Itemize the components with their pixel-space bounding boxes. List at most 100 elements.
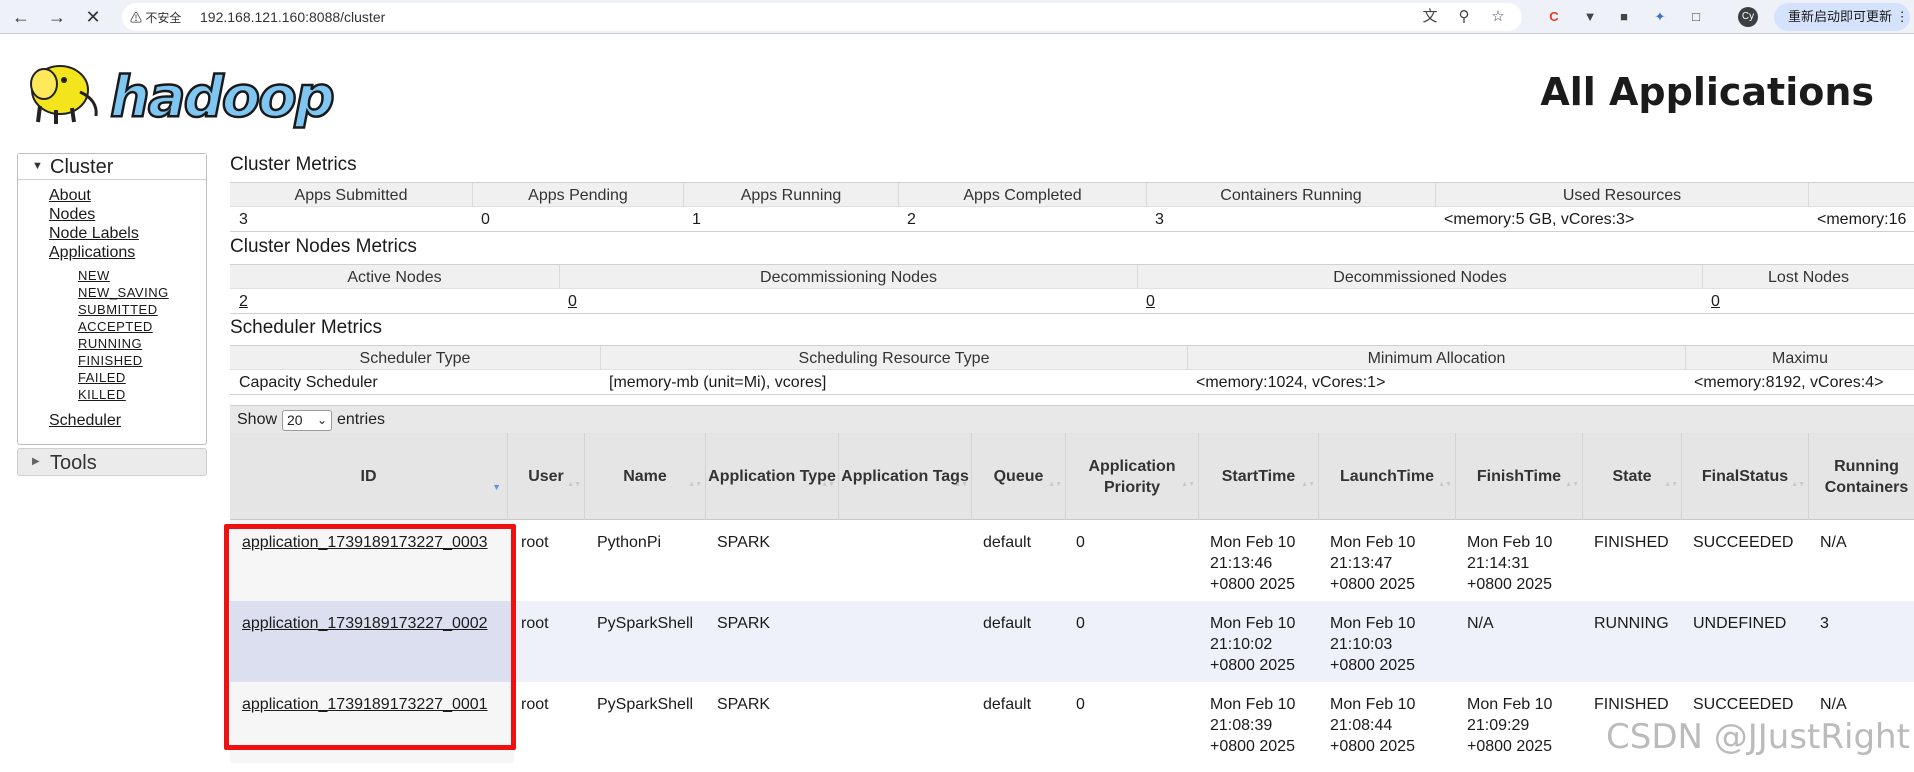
cluster-nav-header[interactable]: ▼ Cluster [18, 154, 206, 180]
queue-cell: default [983, 615, 1032, 632]
page-title: All Applications [1540, 70, 1874, 114]
table-cell: 3 [239, 211, 248, 228]
queue-cell: default [983, 534, 1032, 551]
extension-v-icon[interactable]: ▼ [1580, 7, 1600, 27]
type-cell: SPARK [717, 696, 771, 713]
column-header-finish-time[interactable]: FinishTime ▲▼ [1456, 433, 1583, 520]
expand-triangle-icon[interactable]: ▶ [32, 456, 40, 467]
column-header-label: StartTime [1221, 468, 1296, 485]
nodes-metrics-header: Active Nodes Decommissioning Nodes Decom… [230, 264, 1914, 290]
bookmark-star-icon[interactable]: ☆ [1488, 7, 1508, 27]
nav-state-accepted[interactable]: ACCEPTED [78, 319, 153, 334]
security-label: 不安全 [145, 11, 182, 25]
nav-state-submitted[interactable]: SUBMITTED [78, 302, 158, 317]
nav-link-nodes[interactable]: Nodes [49, 206, 95, 224]
cluster-metrics-table: Apps Submitted Apps Pending Apps Running… [230, 182, 1914, 232]
url-text[interactable]: 192.168.121.160:8088/cluster [200, 9, 385, 25]
nav-state-running[interactable]: RUNNING [78, 336, 142, 351]
security-indicator[interactable]: ⚠ 不安全 [130, 9, 181, 26]
user-cell: root [521, 696, 549, 713]
translate-icon[interactable]: 文 [1420, 7, 1440, 27]
date-line: Mon Feb 10 [1330, 615, 1416, 632]
address-bar[interactable]: ⚠ 不安全 192.168.121.160:8088/cluster 文 ⚲ ☆ [122, 3, 1522, 31]
entries-select[interactable]: 20 ⌄ [282, 410, 332, 431]
nav-link-scheduler[interactable]: Scheduler [49, 412, 121, 430]
date-line: Mon Feb 10 [1330, 534, 1416, 551]
running-containers-cell: 3 [1820, 615, 1829, 632]
profile-avatar[interactable]: Cy [1738, 7, 1758, 27]
entries-length-bar: Show 20 ⌄ entries [230, 405, 1914, 433]
sort-icon: ▲▼ [1664, 481, 1678, 488]
time-line: 21:13:46 [1210, 555, 1273, 572]
column-header-start-time[interactable]: StartTime ▲▼ [1199, 433, 1319, 520]
zone-line: +0800 2025 [1467, 576, 1552, 593]
date-line: Mon Feb 10 [1467, 696, 1553, 713]
column-header-user[interactable]: User ▲▼ [508, 433, 585, 520]
launch-time-cell: Mon Feb 10 21:13:47 +0800 2025 [1330, 532, 1415, 595]
column-header: Active Nodes [347, 269, 442, 286]
lost-nodes-link[interactable]: 0 [1702, 289, 1720, 314]
table-cell: 2 [907, 211, 916, 228]
nodes-metrics-row: 2 0 0 0 [230, 289, 1914, 314]
column-header-label: FinishTime [1476, 468, 1562, 485]
column-header-id[interactable]: ID ▼ [230, 433, 508, 520]
zoom-icon[interactable]: ⚲ [1454, 7, 1474, 27]
column-header-label: Name [623, 468, 667, 485]
sort-icon: ▲▼ [821, 481, 835, 488]
column-header: Decommissioned Nodes [1137, 265, 1702, 290]
extension-game-icon[interactable]: ■ [1614, 7, 1634, 27]
update-browser-button[interactable]: 重新启动即可更新 ⋮ [1774, 3, 1910, 31]
tools-nav-header[interactable]: ▶ Tools [17, 448, 207, 476]
date-line: Mon Feb 10 [1210, 696, 1296, 713]
extensions-puzzle-icon[interactable]: □ [1686, 7, 1706, 27]
nav-state-killed[interactable]: KILLED [78, 387, 126, 402]
finish-time-cell: N/A [1467, 613, 1494, 634]
time-line: 21:10:03 [1330, 636, 1393, 653]
column-header-label: Queue [993, 468, 1044, 485]
chevron-down-icon: ⌄ [316, 413, 327, 427]
forward-icon[interactable]: → [44, 4, 70, 30]
show-label: Show [237, 411, 278, 428]
column-header: Scheduling Resource Type [600, 346, 1187, 371]
sort-icon: ▲▼ [1565, 481, 1579, 488]
column-header-launch-time[interactable]: LaunchTime ▲▼ [1319, 433, 1456, 520]
column-header-label: Application Tags [841, 468, 969, 485]
zone-line: +0800 2025 [1210, 576, 1295, 593]
cluster-metrics-title: Cluster Metrics [230, 154, 357, 175]
back-icon[interactable]: ← [8, 4, 34, 30]
sort-desc-icon: ▼ [492, 482, 501, 492]
collapse-triangle-icon[interactable]: ▼ [32, 160, 43, 172]
nav-state-new[interactable]: NEW [78, 268, 110, 283]
date-line: Mon Feb 10 [1210, 615, 1296, 632]
nav-link-applications[interactable]: Applications [49, 244, 135, 262]
active-nodes-link[interactable]: 2 [230, 289, 248, 314]
decommissioning-nodes-link[interactable]: 0 [559, 289, 577, 314]
column-header-name[interactable]: Name ▲▼ [585, 433, 706, 520]
column-header-running-containers[interactable]: Running Containers [1809, 433, 1914, 520]
column-header: Used Resources [1435, 183, 1808, 208]
nav-state-finished[interactable]: FINISHED [78, 353, 143, 368]
nav-link-node-labels[interactable]: Node Labels [49, 225, 139, 243]
nav-link-about[interactable]: About [49, 187, 91, 205]
cluster-nav-title: Cluster [50, 156, 114, 178]
decommissioned-nodes-link[interactable]: 0 [1137, 289, 1155, 314]
nav-state-failed[interactable]: FAILED [78, 370, 126, 385]
zone-line: +0800 2025 [1467, 738, 1552, 755]
column-header-state[interactable]: State ▲▼ [1583, 433, 1682, 520]
final-status-cell: SUCCEEDED [1693, 534, 1794, 551]
stop-loading-icon[interactable]: ✕ [80, 4, 106, 30]
column-header-final-status[interactable]: FinalStatus ▲▼ [1682, 433, 1809, 520]
nav-state-new-saving[interactable]: NEW_SAVING [78, 285, 169, 300]
column-header-queue[interactable]: Queue ▲▼ [972, 433, 1066, 520]
extension-bird-icon[interactable]: ✦ [1650, 7, 1670, 27]
scheduler-metrics-header: Scheduler Type Scheduling Resource Type … [230, 345, 1914, 371]
extension-c-icon[interactable]: C [1544, 7, 1564, 27]
highlight-annotation-box [224, 524, 516, 750]
zone-line: +0800 2025 [1330, 738, 1415, 755]
entries-select-value: 20 [287, 412, 303, 428]
table-cell: <memory:16 [1817, 211, 1907, 228]
column-header: Apps Running [683, 183, 898, 208]
column-header-application-type[interactable]: Application Type ▲▼ [706, 433, 839, 520]
column-header-application-tags[interactable]: Application Tags ▲▼ [839, 433, 972, 520]
column-header-application-priority[interactable]: Application Priority ▲▼ [1066, 433, 1199, 520]
